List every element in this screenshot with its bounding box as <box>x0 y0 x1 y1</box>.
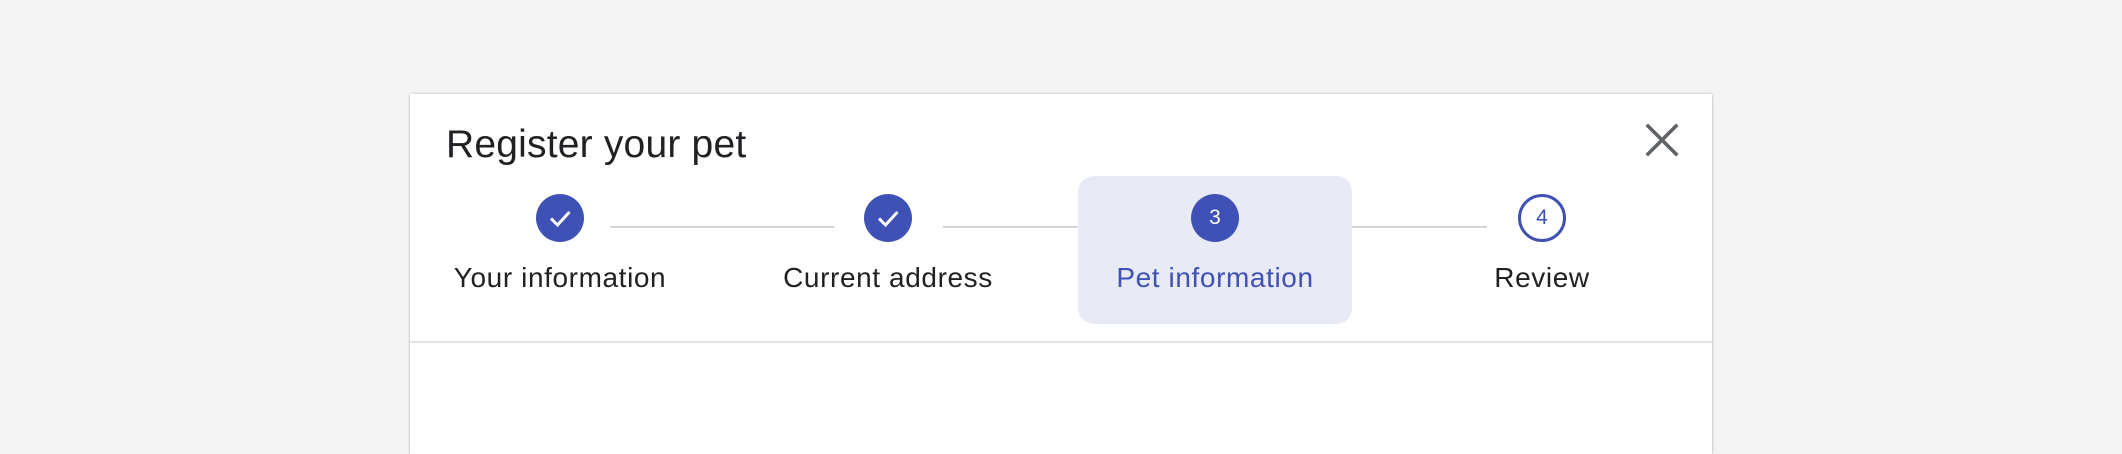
step-indicator-active: 3 <box>1191 194 1239 242</box>
step-label: Current address <box>783 262 993 293</box>
step-label: Pet information <box>1116 262 1314 293</box>
step-pet-information[interactable]: 3 Pet information <box>1078 176 1352 324</box>
step-indicator-completed <box>536 194 584 242</box>
check-icon <box>877 210 899 228</box>
step-your-information[interactable]: Your information <box>423 176 697 324</box>
step-indicator-completed <box>864 194 912 242</box>
stepper: Your information Current address 3 Pet i… <box>410 94 1712 344</box>
register-pet-dialog: Register your pet Your information Curre… <box>410 94 1712 454</box>
step-label: Review <box>1494 262 1590 293</box>
step-current-address[interactable]: Current address <box>751 176 1025 324</box>
step-label: Your information <box>453 262 667 293</box>
step-indicator-upcoming: 4 <box>1518 194 1566 242</box>
step-review[interactable]: 4 Review <box>1405 176 1679 324</box>
check-icon <box>549 210 571 228</box>
header-divider <box>410 341 1712 343</box>
